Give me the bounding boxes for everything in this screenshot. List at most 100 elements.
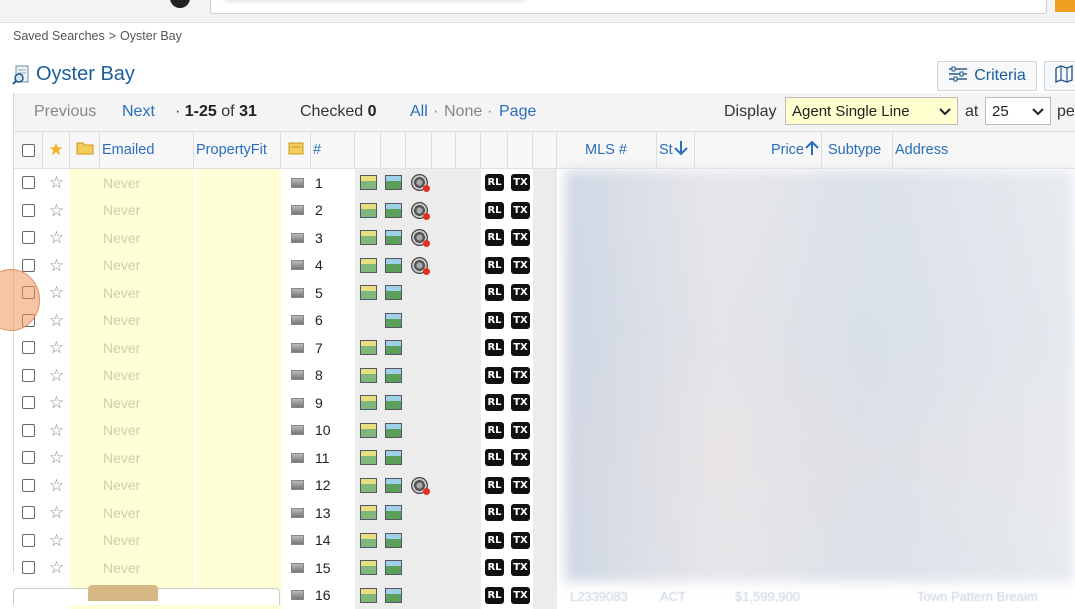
- photo-gallery-icon[interactable]: [385, 285, 402, 300]
- tx-badge[interactable]: TX: [511, 504, 530, 521]
- header-price[interactable]: Price: [695, 132, 822, 168]
- photo-icon[interactable]: [360, 423, 377, 438]
- select-page-link[interactable]: Page: [499, 103, 536, 121]
- alert-badge[interactable]: [1055, 0, 1075, 12]
- star-icon[interactable]: ☆: [49, 449, 64, 466]
- rl-badge[interactable]: RL: [485, 449, 504, 466]
- rl-badge[interactable]: RL: [485, 312, 504, 329]
- camera-icon[interactable]: [291, 508, 304, 518]
- rl-badge[interactable]: RL: [485, 422, 504, 439]
- row-checkbox[interactable]: [22, 479, 35, 492]
- camera-icon[interactable]: [291, 398, 304, 408]
- camera-icon[interactable]: [291, 178, 304, 188]
- film-reel-icon[interactable]: [411, 477, 428, 494]
- row-checkbox[interactable]: [22, 396, 35, 409]
- photo-icon[interactable]: [360, 203, 377, 218]
- rl-badge[interactable]: RL: [485, 339, 504, 356]
- camera-icon[interactable]: [291, 563, 304, 573]
- camera-icon[interactable]: [291, 480, 304, 490]
- table-row[interactable]: ☆Never10RLTX: [14, 417, 574, 445]
- rl-badge[interactable]: RL: [485, 367, 504, 384]
- star-icon[interactable]: ☆: [49, 284, 64, 301]
- display-select[interactable]: Agent Single Line: [785, 97, 958, 125]
- map-button[interactable]: [1044, 61, 1075, 91]
- star-icon[interactable]: ☆: [49, 422, 64, 439]
- table-row[interactable]: ☆Never15RLTX: [14, 554, 574, 582]
- camera-icon[interactable]: [291, 260, 304, 270]
- tx-badge[interactable]: TX: [511, 394, 530, 411]
- tx-badge[interactable]: TX: [511, 532, 530, 549]
- photo-icon[interactable]: [360, 285, 377, 300]
- photo-icon[interactable]: [360, 505, 377, 520]
- row-checkbox[interactable]: [22, 561, 35, 574]
- per-page-select[interactable]: 25: [985, 97, 1051, 125]
- film-reel-icon[interactable]: [411, 174, 428, 191]
- row-checkbox[interactable]: [22, 176, 35, 189]
- photo-gallery-icon[interactable]: [385, 560, 402, 575]
- folder-icon[interactable]: [76, 141, 94, 159]
- tx-badge[interactable]: TX: [511, 257, 530, 274]
- star-icon[interactable]: ☆: [49, 339, 64, 356]
- photo-icon[interactable]: [360, 230, 377, 245]
- star-icon[interactable]: ☆: [49, 477, 64, 494]
- header-propertyfit[interactable]: PropertyFit: [194, 132, 281, 168]
- star-icon[interactable]: ☆: [49, 202, 64, 219]
- star-icon[interactable]: ☆: [49, 504, 64, 521]
- photo-icon[interactable]: [360, 258, 377, 273]
- tx-badge[interactable]: TX: [511, 559, 530, 576]
- table-row[interactable]: ☆Never8RLTX: [14, 362, 574, 390]
- tx-badge[interactable]: TX: [511, 422, 530, 439]
- photo-icon[interactable]: [360, 175, 377, 190]
- camera-icon[interactable]: [291, 535, 304, 545]
- camera-icon[interactable]: [291, 233, 304, 243]
- tx-badge[interactable]: TX: [511, 367, 530, 384]
- row-checkbox[interactable]: [22, 369, 35, 382]
- photo-gallery-icon[interactable]: [385, 478, 402, 493]
- photo-icon[interactable]: [360, 395, 377, 410]
- film-reel-icon[interactable]: [411, 202, 428, 219]
- rl-badge[interactable]: RL: [485, 257, 504, 274]
- select-all-checkbox[interactable]: [22, 144, 35, 157]
- table-row[interactable]: ☆Never7RLTX: [14, 334, 574, 362]
- rl-badge[interactable]: RL: [485, 229, 504, 246]
- table-row[interactable]: ☆Never9RLTX: [14, 389, 574, 417]
- camera-icon[interactable]: [291, 315, 304, 325]
- header-emailed[interactable]: Emailed: [100, 132, 194, 168]
- row-checkbox[interactable]: [22, 259, 35, 272]
- table-row[interactable]: ☆Never13RLTX: [14, 499, 574, 527]
- table-row[interactable]: ☆Never14RLTX: [14, 527, 574, 555]
- camera-icon[interactable]: [291, 453, 304, 463]
- table-row[interactable]: ☆Never2RLTX: [14, 197, 574, 225]
- header-number[interactable]: #: [311, 132, 355, 168]
- table-row[interactable]: ☆Never12RLTX: [14, 472, 574, 500]
- photo-gallery-icon[interactable]: [385, 258, 402, 273]
- photo-gallery-icon[interactable]: [385, 450, 402, 465]
- next-link[interactable]: Next: [122, 103, 155, 121]
- table-row[interactable]: ☆Never1RLTX: [14, 169, 574, 197]
- photo-icon[interactable]: [360, 533, 377, 548]
- camera-icon[interactable]: [291, 205, 304, 215]
- search-input[interactable]: [210, 0, 1047, 14]
- photo-icon[interactable]: [360, 368, 377, 383]
- row-checkbox[interactable]: [22, 506, 35, 519]
- row-checkbox[interactable]: [22, 451, 35, 464]
- tx-badge[interactable]: TX: [511, 284, 530, 301]
- camera-icon[interactable]: [291, 343, 304, 353]
- row-checkbox[interactable]: [22, 534, 35, 547]
- criteria-button[interactable]: Criteria: [937, 61, 1037, 91]
- star-icon[interactable]: ☆: [49, 532, 64, 549]
- rl-badge[interactable]: RL: [485, 532, 504, 549]
- header-subtype[interactable]: Subtype: [822, 132, 893, 168]
- table-row[interactable]: ☆Never5RLTX: [14, 279, 574, 307]
- table-row[interactable]: ☆Never11RLTX: [14, 444, 574, 472]
- bottom-active-tab[interactable]: [88, 585, 158, 601]
- film-reel-icon[interactable]: [411, 229, 428, 246]
- film-reel-icon[interactable]: [411, 257, 428, 274]
- star-icon[interactable]: ☆: [49, 229, 64, 246]
- star-icon[interactable]: ☆: [49, 394, 64, 411]
- rl-badge[interactable]: RL: [485, 284, 504, 301]
- header-mls[interactable]: MLS #: [557, 132, 657, 168]
- notes-icon[interactable]: [288, 141, 304, 159]
- rl-badge[interactable]: RL: [485, 477, 504, 494]
- photo-gallery-icon[interactable]: [385, 505, 402, 520]
